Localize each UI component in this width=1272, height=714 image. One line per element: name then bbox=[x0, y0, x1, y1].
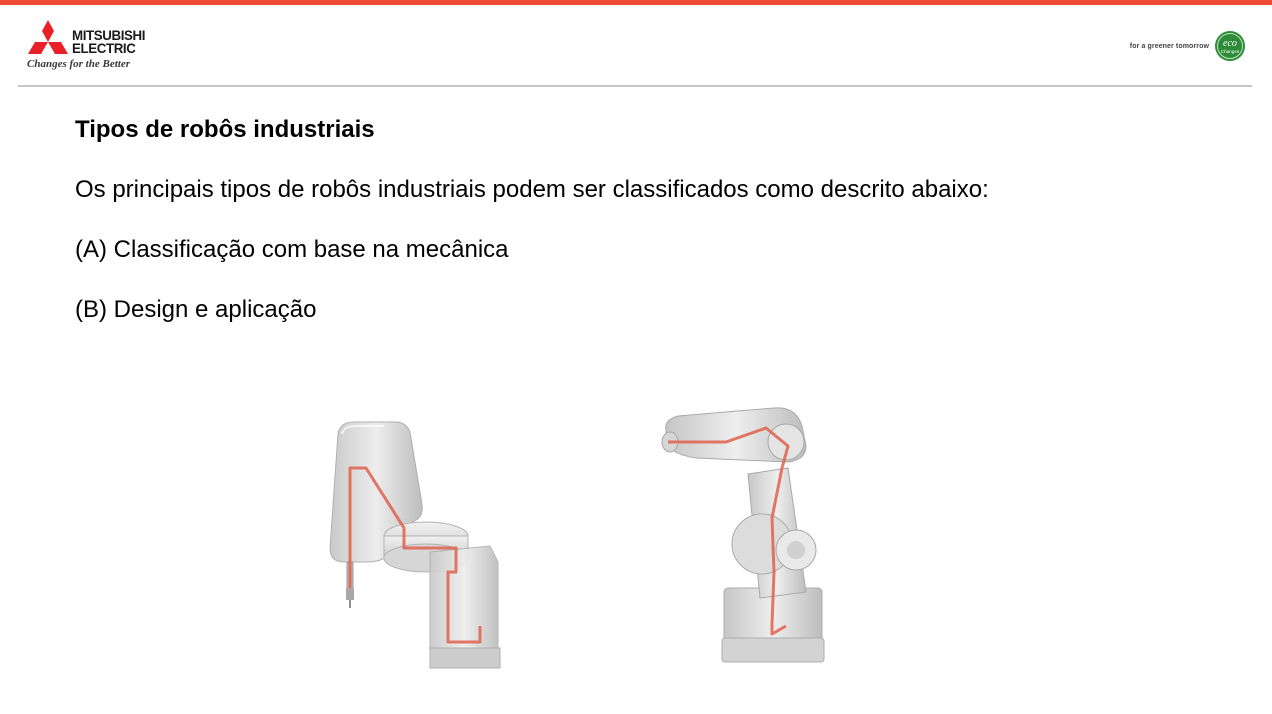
brand-name-line2: ELECTRIC bbox=[72, 40, 136, 56]
brand-tagline: Changes for the Better bbox=[27, 58, 130, 70]
articulated-robot-icon bbox=[661, 407, 825, 663]
header-divider bbox=[18, 85, 1252, 87]
classification-item-b: (B) Design e aplicação bbox=[75, 296, 317, 323]
top-accent-bar bbox=[0, 0, 1272, 5]
eco-changes-logo: for a greener tomorrow eco Changes bbox=[1130, 30, 1246, 62]
classification-item-a: (A) Classificação com base na mecânica bbox=[75, 236, 509, 263]
three-diamonds-icon bbox=[28, 20, 68, 54]
eco-badge-caption: Changes bbox=[1221, 49, 1240, 54]
eco-badge-word: eco bbox=[1223, 38, 1237, 49]
scara-robot-icon bbox=[329, 421, 501, 669]
slide-title: Tipos de robôs industriais bbox=[75, 116, 375, 143]
intro-paragraph: Os principais tipos de robôs industriais… bbox=[75, 176, 989, 203]
eco-changes-icon: eco Changes bbox=[1215, 31, 1245, 61]
eco-tagline: for a greener tomorrow bbox=[1129, 42, 1209, 50]
mitsubishi-electric-logo: MITSUBISHI ELECTRIC Changes for the Bett… bbox=[26, 18, 166, 74]
